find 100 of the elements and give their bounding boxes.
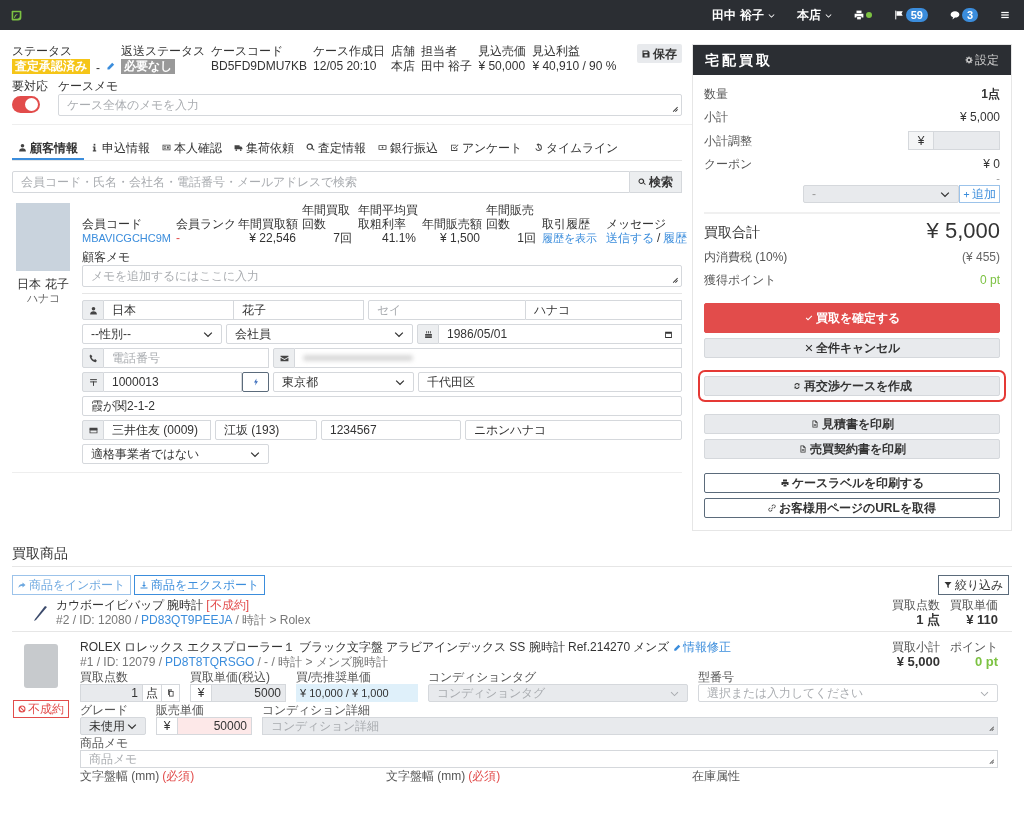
adjustment-field[interactable] — [934, 131, 1000, 150]
envelope-icon — [279, 353, 289, 363]
action-button[interactable]: 買取を確定する — [704, 303, 1000, 333]
field-label: 年間買取回数 — [302, 203, 351, 231]
field-label: 顧客メモ — [82, 250, 131, 265]
field-label: 買取単価(税込) — [190, 670, 271, 684]
id-card-icon — [162, 143, 171, 152]
product-name: カウボーイビバップ 腕時計 — [56, 598, 204, 613]
unit-price-field[interactable]: 5000 — [212, 684, 286, 702]
action-button[interactable]: 全件キャンセル — [704, 338, 1000, 358]
field-label: 見込利益 — [532, 44, 582, 59]
save-button[interactable]: 保存 — [637, 44, 682, 63]
document-icon — [798, 445, 807, 453]
kana-last-name-field[interactable]: セイ — [368, 300, 526, 320]
grade-select[interactable]: 未使用 — [80, 717, 146, 735]
add-button[interactable]: 追加 — [959, 185, 1000, 203]
stat-value: - — [176, 231, 180, 246]
memo-field[interactable]: 商品メモ — [80, 750, 998, 768]
copy-button[interactable] — [162, 684, 180, 702]
customer-name: 日本 花子 — [17, 277, 69, 292]
separator-text: / — [657, 231, 661, 246]
action-button[interactable]: ケースラベルを印刷する — [704, 473, 1000, 493]
stat-value: 41.1% — [381, 231, 417, 246]
sale-price-field[interactable]: 50000 — [178, 717, 252, 735]
tab[interactable]: 顧客情報 — [12, 137, 84, 160]
filter-button[interactable]: 絞り込み — [938, 575, 1009, 595]
share-arrow-icon — [18, 581, 26, 589]
quantity-field[interactable]: 1 — [80, 684, 143, 702]
link[interactable]: 履歴を表示 — [542, 231, 597, 246]
postal-code-field[interactable]: 1000013 — [104, 372, 242, 392]
bank-field[interactable]: 三井住友 (0009) — [104, 420, 211, 440]
flag-icon — [893, 10, 904, 20]
meta-text: #1 / ID: 12079 / — [80, 655, 163, 669]
tab[interactable]: 集荷依頼 — [228, 137, 300, 160]
settings-link[interactable]: 設定 — [965, 51, 999, 69]
edit-link[interactable]: 情報修正 — [673, 640, 732, 655]
search-button[interactable]: 検索 — [630, 171, 682, 193]
city-field[interactable]: 千代田区 — [418, 372, 682, 392]
account-number-field[interactable]: 1234567 — [321, 420, 461, 440]
meta-text: / 時計 > Rolex — [235, 613, 311, 627]
action-button[interactable]: お客様用ページのURLを取得 — [704, 498, 1000, 518]
store-menu[interactable]: 本店 — [796, 6, 832, 24]
phone-icon — [88, 353, 98, 363]
action-button[interactable]: 再交渉ケースを作成 — [704, 376, 1000, 396]
status-tag: [不成約] — [206, 598, 249, 613]
resize-handle-icon — [670, 275, 679, 284]
section-title: 買取商品 — [12, 543, 1012, 567]
coupon-note: - — [996, 173, 1000, 184]
field-label: ポイント — [950, 640, 998, 654]
printer-icon — [780, 479, 789, 487]
tab[interactable]: 本人確認 — [156, 137, 228, 160]
document-icon — [810, 420, 819, 428]
resize-handle-icon — [987, 724, 995, 732]
field-label: 在庫属性 — [692, 769, 740, 783]
invoice-status-select[interactable]: 適格事業者ではない — [82, 444, 269, 464]
action-button[interactable]: 見積書を印刷 — [704, 414, 1000, 434]
search-field[interactable]: 会員コード・氏名・会社名・電話番号・メールアドレスで検索 — [12, 171, 630, 193]
birthday-field[interactable]: 1986/05/01 — [439, 324, 682, 344]
checkbox-icon — [450, 143, 459, 152]
link-icon — [768, 504, 777, 512]
tab[interactable]: 査定情報 — [300, 137, 372, 160]
message-badge: 3 — [961, 8, 978, 22]
memo-field[interactable]: ケース全体のメモを入力 — [58, 94, 682, 116]
tab[interactable]: アンケート — [444, 137, 528, 160]
check-icon — [804, 314, 813, 322]
settings-icon — [965, 56, 973, 64]
tab[interactable]: 申込情報 — [84, 137, 156, 160]
account-holder-field[interactable]: ニホンハナコ — [465, 420, 682, 440]
user-icon — [18, 143, 27, 152]
phone-field[interactable]: 電話番号 — [104, 348, 269, 368]
prefecture-select[interactable]: 東京都 — [273, 372, 414, 392]
last-name-field[interactable]: 日本 — [104, 300, 234, 320]
history-icon — [534, 143, 543, 152]
chevron-down-icon — [395, 377, 405, 387]
stat-value: 7回 — [333, 231, 353, 246]
occupation-select[interactable]: 会社員 — [226, 324, 413, 344]
export-button[interactable]: 商品をエクスポート — [134, 575, 265, 595]
memo-field[interactable]: メモを追加するにはここに入力 — [82, 265, 682, 287]
user-menu[interactable]: 田中 裕子 — [712, 6, 775, 24]
action-button[interactable]: 売買契約書を印刷 — [704, 439, 1000, 459]
toggle-switch[interactable] — [12, 96, 40, 113]
tab[interactable]: 銀行振込 — [372, 137, 444, 160]
tab[interactable]: タイムライン — [528, 137, 624, 160]
resize-handle-icon — [670, 104, 679, 113]
link[interactable]: 履歴 — [663, 231, 688, 246]
field-label: 小計調整 — [704, 132, 752, 150]
address-lookup-button[interactable] — [242, 372, 269, 392]
link[interactable]: 送信する — [606, 231, 654, 246]
stat-value: ¥ 110 — [966, 612, 998, 627]
link[interactable]: MBAVICGCHC9M — [82, 231, 172, 246]
kana-first-name-field[interactable]: ハナコ — [525, 300, 682, 320]
branch-field[interactable]: 江坂 (193) — [215, 420, 317, 440]
input-addon: ¥ — [190, 684, 212, 702]
field-value: BD5FD9DMU7KB — [211, 59, 308, 74]
address-field[interactable]: 霞が関2-1-2 — [82, 396, 682, 416]
field-label: 数量 — [704, 86, 728, 103]
gender-select[interactable]: --性別-- — [82, 324, 222, 344]
banknote-icon — [378, 143, 387, 152]
first-name-field[interactable]: 花子 — [234, 300, 364, 320]
field-label: クーポン — [704, 156, 752, 173]
